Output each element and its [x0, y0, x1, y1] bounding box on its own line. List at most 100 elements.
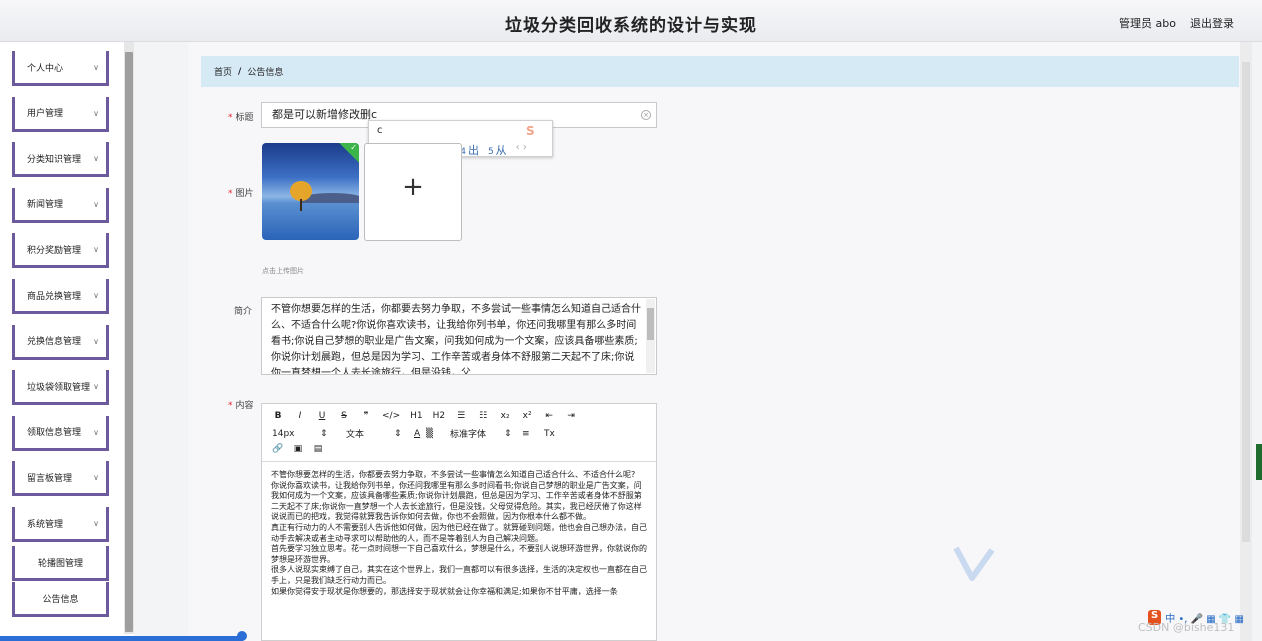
- rich-text-editor[interactable]: B I U S ❞ </> H1 H2 ☰ ☷ x₂ x² ⇤ ⇥ 14px ⇕ 文本 ⇕ A ▒ 标准字…: [261, 403, 657, 641]
- editor-paragraph: 真正有行动力的人不需要别人告诉他如何做，因为他已经在做了。就算碰到问题，他也会自…: [271, 522, 647, 543]
- toolbar-button[interactable]: ☷: [477, 411, 489, 421]
- watermark-logo-icon: [953, 546, 995, 581]
- intro-label: 简介: [234, 307, 253, 317]
- sidebar-item-label: 系统管理: [27, 519, 64, 530]
- video-progress-bar[interactable]: [0, 636, 243, 641]
- ime-candidate[interactable]: 5从: [488, 142, 507, 158]
- check-icon: ✓: [350, 143, 357, 152]
- toolbar-button[interactable]: ☰: [455, 411, 467, 421]
- intro-scrollbar-thumb[interactable]: [647, 308, 654, 340]
- sidebar-item[interactable]: 用户管理 ∨: [12, 96, 109, 132]
- toolbar-button[interactable]: S: [338, 411, 350, 421]
- editor-paragraph: 你说你喜欢读书，让我给你列书单，你还问我哪里有那么多时间看书;你说自己梦想的职业…: [271, 480, 642, 522]
- breadcrumb-home[interactable]: 首页: [214, 65, 232, 78]
- user-area: 管理员 abo 退出登录: [1119, 15, 1234, 31]
- toolbar-button[interactable]: ⇤: [543, 411, 555, 421]
- toolbar-button[interactable]: H1: [410, 411, 423, 421]
- editor-paragraph: 不管你想要怎样的生活，你都要去努力争取，不多尝试一些事情怎么知道自己适合什么、不…: [271, 470, 636, 479]
- sidebar-scrollbar-thumb[interactable]: [125, 52, 133, 632]
- toolbar-row-insert: 🔗 ▣ ▤: [272, 444, 324, 454]
- chevron-down-icon: ∨: [93, 336, 99, 346]
- title-label: * 标题: [228, 113, 254, 123]
- sidebar-item[interactable]: 领取信息管理 ∨: [12, 415, 109, 451]
- editor-paragraph: 如果你觉得安于现状是你想要的，那选择安于现状就会让你幸福和满足;如果你不甘平庸，…: [271, 586, 618, 596]
- intro-textarea[interactable]: 不管你想要怎样的生活，你都要去努力争取，不多尝试一些事情怎么知道自己适合什么、不…: [261, 297, 657, 375]
- sidebar-item[interactable]: 新闻管理 ∨: [12, 187, 109, 223]
- ime-page-nav-icon[interactable]: ‹ ›: [516, 142, 527, 158]
- sidebar-scrollbar[interactable]: [124, 42, 134, 634]
- breadcrumb-separator: /: [238, 66, 242, 77]
- chevron-down-icon: ∨: [93, 473, 99, 483]
- sidebar-item[interactable]: 系统管理 ∨: [12, 507, 109, 542]
- main-scrollbar-thumb[interactable]: [1242, 62, 1250, 542]
- select-arrow-icon[interactable]: ⇕: [504, 429, 522, 439]
- align-icon[interactable]: ≡: [522, 429, 544, 439]
- content-label: * 内容: [228, 401, 254, 411]
- top-header: 垃圾分类回收系统的设计与实现 管理员 abo 退出登录: [0, 0, 1262, 42]
- video-icon[interactable]: ▤: [312, 444, 324, 454]
- select-arrow-icon[interactable]: ⇕: [320, 429, 346, 439]
- required-mark: *: [228, 401, 233, 411]
- chevron-down-icon: ∨: [93, 108, 99, 118]
- sidebar-item[interactable]: 兑换信息管理 ∨: [12, 324, 109, 360]
- csdn-watermark: CSDN @bishe131: [1138, 621, 1235, 634]
- chevron-down-icon: ∨: [93, 382, 99, 392]
- sidebar-item-label: 轮播图管理: [37, 558, 83, 569]
- sidebar: 个人中心 ∨ 用户管理 ∨ 分类知识管理 ∨ 新闻管理 ∨ 积分奖励管理 ∨ 商品兑换管理 ∨ 兑换信息…: [0, 42, 134, 641]
- sidebar-item[interactable]: 商品兑换管理 ∨: [12, 279, 109, 314]
- sidebar-item-label: 留言板管理: [27, 473, 73, 484]
- chevron-down-icon: ∨: [93, 519, 99, 528]
- sidebar-item-label: 商品兑换管理: [27, 291, 82, 302]
- image-tree-trunk: [300, 199, 302, 211]
- sidebar-item[interactable]: 留言板管理 ∨: [12, 461, 109, 497]
- toolbar-row-font: 14px ⇕ 文本 ⇕ A ▒ 标准字体 ⇕ ≡ Tx: [272, 427, 558, 441]
- main-scrollbar[interactable]: [1240, 42, 1252, 641]
- chevron-down-icon: ∨: [93, 427, 99, 437]
- toolbar-button[interactable]: x₂: [499, 411, 511, 421]
- font-size-select[interactable]: 14px: [272, 429, 320, 439]
- sidebar-item[interactable]: 分类知识管理 ∨: [12, 142, 109, 178]
- background-color-icon[interactable]: ▒: [426, 429, 450, 439]
- ime-candidate[interactable]: 4出: [460, 142, 479, 158]
- sidebar-item-label: 领取信息管理: [27, 428, 82, 439]
- font-color-icon[interactable]: A: [414, 429, 426, 439]
- toolbar-button[interactable]: U: [316, 411, 328, 421]
- font-family-select[interactable]: 标准字体: [450, 427, 504, 440]
- select-arrow-icon[interactable]: ⇕: [394, 429, 414, 439]
- editor-toolbar: B I U S ❞ </> H1 H2 ☰ ☷ x₂ x² ⇤ ⇥ 14px ⇕ 文本 ⇕ A ▒ 标准字…: [262, 404, 656, 462]
- sidebar-item[interactable]: 轮播图管理: [12, 546, 109, 581]
- text-type-select[interactable]: 文本: [346, 427, 394, 440]
- sidebar-item[interactable]: 个人中心 ∨: [12, 51, 109, 86]
- toolbar-button[interactable]: x²: [521, 411, 533, 421]
- upload-hint: 点击上传图片: [262, 267, 304, 275]
- sidebar-item[interactable]: 垃圾袋领取管理 ∨: [12, 370, 109, 406]
- toolbar-button[interactable]: I: [294, 411, 306, 421]
- toolbar-button[interactable]: </>: [382, 411, 400, 421]
- logout-link[interactable]: 退出登录: [1190, 15, 1234, 31]
- editor-content[interactable]: 不管你想要怎样的生活，你都要去努力争取，不多尝试一些事情怎么知道自己适合什么、不…: [271, 470, 649, 597]
- toolbar-button[interactable]: B: [272, 411, 284, 421]
- sidebar-item[interactable]: 积分奖励管理 ∨: [12, 233, 109, 269]
- breadcrumb-current: 公告信息: [247, 68, 284, 78]
- sogou-logo-icon: S: [526, 124, 535, 138]
- editor-paragraph: 首先要学习独立思考。花一点时间想一下自己喜欢什么，梦想是什么，不要别人说想环游世…: [271, 544, 647, 564]
- intro-scrollbar[interactable]: [646, 299, 655, 373]
- ime-candidate-text: 出: [467, 144, 479, 157]
- sidebar-item-label: 兑换信息管理: [27, 337, 82, 348]
- image-upload-button[interactable]: +: [364, 143, 462, 241]
- uploaded-image-thumbnail[interactable]: ✓: [262, 143, 359, 240]
- required-mark: *: [228, 189, 233, 199]
- image-icon[interactable]: ▣: [292, 444, 304, 454]
- clear-format-icon[interactable]: Tx: [544, 429, 558, 439]
- video-progress-handle[interactable]: [237, 631, 247, 641]
- toolbar-button[interactable]: H2: [433, 411, 446, 421]
- ime-candidate-text: 从: [495, 144, 507, 157]
- sidebar-item-label: 公告信息: [42, 594, 79, 605]
- breadcrumb: 首页 / 公告信息: [201, 56, 1239, 87]
- toolbar-button[interactable]: ❞: [360, 411, 372, 421]
- toolbar-button[interactable]: ⇥: [565, 411, 577, 421]
- sidebar-item[interactable]: 公告信息: [12, 582, 109, 617]
- link-icon[interactable]: 🔗: [272, 444, 284, 454]
- clear-icon[interactable]: ×: [641, 110, 651, 120]
- chevron-down-icon: ∨: [93, 199, 99, 209]
